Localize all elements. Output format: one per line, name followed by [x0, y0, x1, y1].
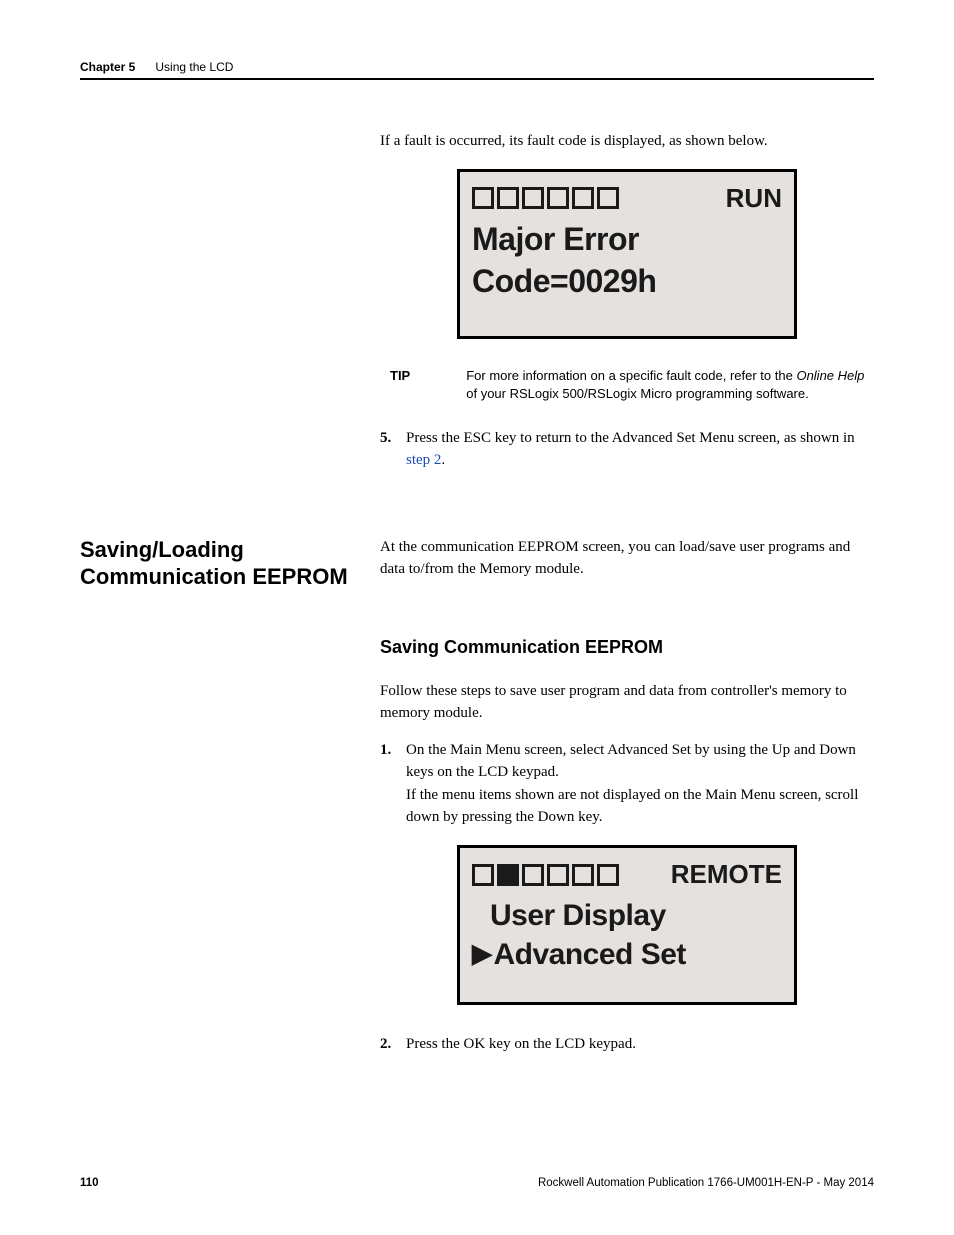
tip-block: TIP For more information on a specific f…: [390, 367, 874, 403]
lcd-square: [522, 187, 544, 209]
step-2-link[interactable]: step 2: [406, 452, 441, 468]
page-number: 110: [80, 1177, 99, 1189]
lcd-menu-line-1: User Display: [472, 896, 782, 935]
tip-text: For more information on a specific fault…: [466, 367, 874, 403]
step-5: 5. Press the ESC key to return to the Ad…: [380, 427, 874, 472]
step-number: 5.: [380, 427, 391, 450]
publication-info: Rockwell Automation Publication 1766-UM0…: [538, 1177, 874, 1189]
lcd-run-status: RUN: [726, 182, 782, 216]
tip-label: TIP: [390, 367, 410, 385]
lcd-square: [597, 864, 619, 886]
step-1-line1: On the Main Menu screen, select Advanced…: [406, 742, 856, 781]
page-header: Chapter 5 Using the LCD: [80, 60, 874, 74]
lcd-line-1: Major Error: [472, 219, 782, 261]
tip-text-before: For more information on a specific fault…: [466, 368, 796, 383]
lcd-square: [597, 187, 619, 209]
lcd-menu-text-2: Advanced Set: [494, 935, 686, 974]
lcd-status-squares: [472, 864, 619, 886]
lcd-remote-status: REMOTE: [671, 858, 782, 892]
step-number: 2.: [380, 1033, 391, 1056]
lcd-fault-figure: RUN Major Error Code=0029h: [380, 169, 874, 339]
chapter-label: Chapter 5: [80, 60, 135, 74]
step-5-text-after: .: [441, 452, 445, 468]
lcd-status-squares: [472, 187, 619, 209]
lcd-menu-figure: REMOTE User Display ▶Advanced Set: [380, 845, 874, 1005]
section-heading: Saving/Loading Communication EEPROM: [80, 536, 380, 1068]
intro-paragraph: If a fault is occurred, its fault code i…: [380, 130, 874, 153]
lcd-square: [497, 864, 519, 886]
section-intro: At the communication EEPROM screen, you …: [380, 536, 874, 581]
lcd-square: [522, 864, 544, 886]
lcd-screen: REMOTE User Display ▶Advanced Set: [457, 845, 797, 1005]
sub-intro: Follow these steps to save user program …: [380, 680, 874, 725]
step-number: 1.: [380, 739, 391, 762]
lcd-square: [572, 187, 594, 209]
sub-heading: Saving Communication EEPROM: [380, 637, 874, 658]
lcd-square: [497, 187, 519, 209]
step-2: 2. Press the OK key on the LCD keypad.: [380, 1033, 874, 1056]
step-5-text-before: Press the ESC key to return to the Advan…: [406, 430, 855, 446]
header-rule: [80, 78, 874, 80]
triangle-right-icon: ▶: [472, 937, 492, 971]
lcd-square: [547, 187, 569, 209]
lcd-square: [572, 864, 594, 886]
lcd-screen: RUN Major Error Code=0029h: [457, 169, 797, 339]
lcd-square: [472, 864, 494, 886]
lcd-square: [547, 864, 569, 886]
lcd-square: [472, 187, 494, 209]
step-1-line2: If the menu items shown are not displaye…: [406, 787, 858, 826]
tip-text-italic: Online Help: [796, 368, 864, 383]
lcd-menu-text-1: User Display: [490, 896, 666, 935]
tip-text-after: of your RSLogix 500/RSLogix Micro progra…: [466, 386, 808, 401]
step-1: 1. On the Main Menu screen, select Advan…: [380, 739, 874, 829]
lcd-line-2: Code=0029h: [472, 261, 782, 303]
chapter-title: Using the LCD: [155, 60, 233, 74]
page-footer: 110 Rockwell Automation Publication 1766…: [80, 1177, 874, 1189]
step-2-text: Press the OK key on the LCD keypad.: [406, 1036, 636, 1052]
lcd-menu-line-2: ▶Advanced Set: [472, 935, 782, 974]
